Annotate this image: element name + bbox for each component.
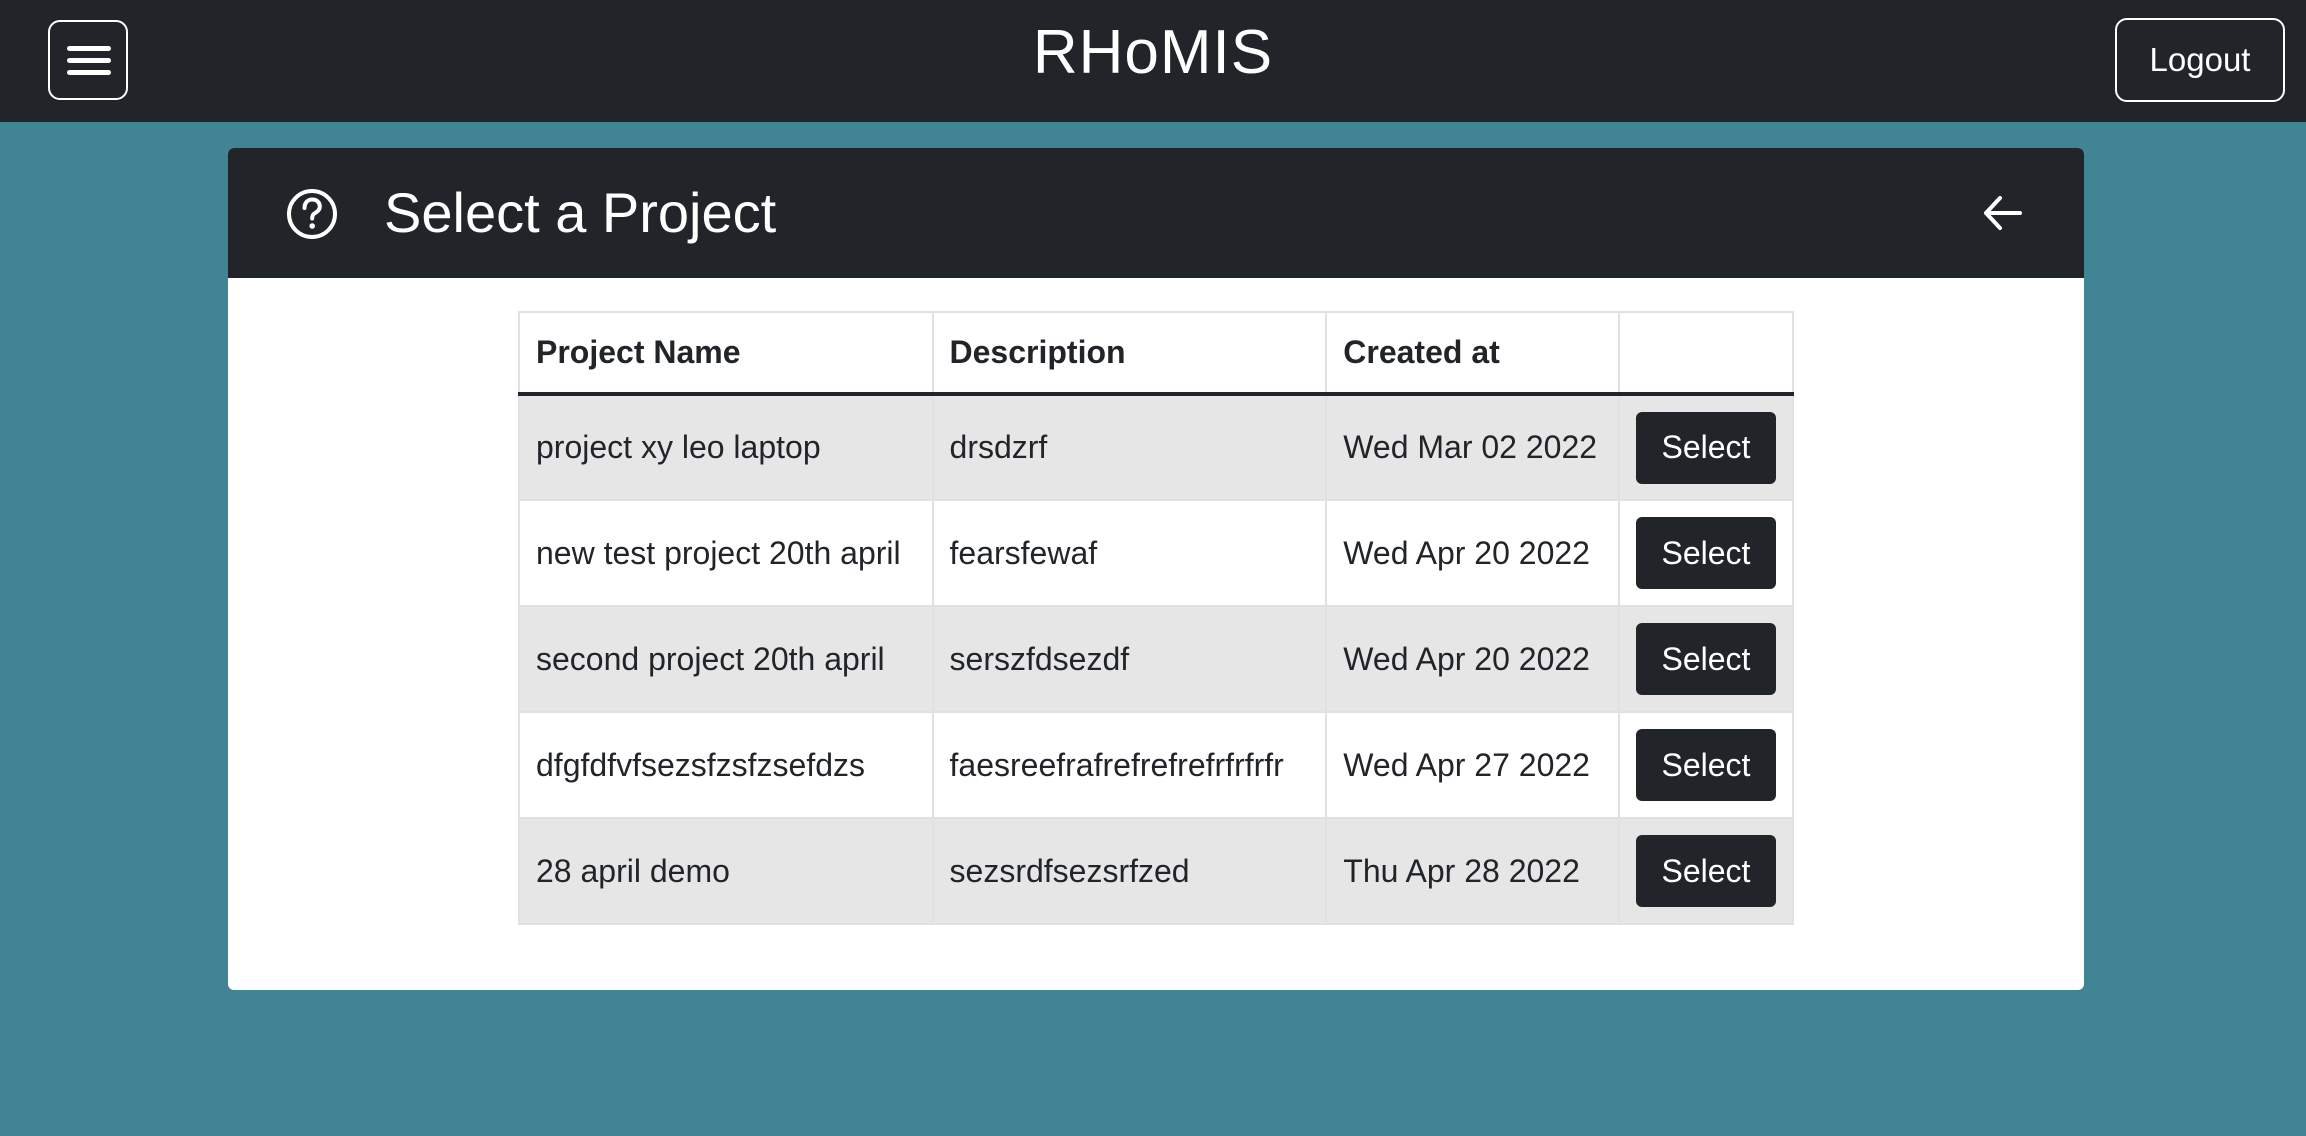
project-action-cell: Select bbox=[1617, 393, 1795, 501]
project-action-cell: Select bbox=[1617, 711, 1795, 819]
table-row: new test project 20th april fearsfewaf W… bbox=[518, 499, 1795, 607]
select-project-button[interactable]: Select bbox=[1635, 411, 1776, 484]
card-header: Select a Project bbox=[228, 148, 2084, 278]
table-header-row: Project Name Description Created at bbox=[518, 311, 1795, 396]
project-name-cell: 28 april demo bbox=[518, 817, 934, 925]
project-name-cell: second project 20th april bbox=[518, 605, 934, 713]
column-header-action bbox=[1617, 311, 1795, 396]
project-description-cell: sezsrdfsezsrfzed bbox=[931, 817, 1328, 925]
project-description-cell: drsdzrf bbox=[931, 393, 1328, 501]
app-brand: RHoMIS bbox=[1032, 18, 1274, 87]
project-select-card: Select a Project Project Name Descriptio… bbox=[228, 148, 2084, 990]
project-description-cell: faesreefrafrefrefrefrfrfrfr bbox=[931, 711, 1328, 819]
column-header-description: Description bbox=[931, 311, 1328, 396]
top-navbar: RHoMIS Logout bbox=[0, 0, 2306, 122]
select-project-button[interactable]: Select bbox=[1635, 623, 1776, 695]
project-action-cell: Select bbox=[1617, 605, 1795, 713]
logout-button[interactable]: Logout bbox=[2115, 18, 2285, 102]
project-action-cell: Select bbox=[1617, 817, 1795, 925]
question-circle-icon[interactable] bbox=[286, 188, 338, 240]
projects-table: Project Name Description Created at proj… bbox=[518, 311, 1795, 925]
project-created-cell: Wed Apr 20 2022 bbox=[1325, 605, 1620, 713]
table-row: 28 april demo sezsrdfsezsrfzed Thu Apr 2… bbox=[518, 817, 1795, 925]
project-action-cell: Select bbox=[1617, 499, 1795, 607]
table-row: dfgfdfvfsezsfzsfzsefdzs faesreefrafrefre… bbox=[518, 711, 1795, 819]
project-created-cell: Thu Apr 28 2022 bbox=[1325, 817, 1620, 925]
project-description-cell: fearsfewaf bbox=[931, 499, 1328, 607]
project-description-cell: serszfdsezdf bbox=[931, 605, 1328, 713]
select-project-button[interactable]: Select bbox=[1635, 729, 1776, 801]
table-row: project xy leo laptop drsdzrf Wed Mar 02… bbox=[518, 393, 1795, 501]
select-project-button[interactable]: Select bbox=[1635, 517, 1776, 589]
project-name-cell: new test project 20th april bbox=[518, 499, 934, 607]
project-name-cell: project xy leo laptop bbox=[518, 393, 934, 501]
project-created-cell: Wed Mar 02 2022 bbox=[1325, 393, 1620, 501]
arrow-left-icon[interactable] bbox=[1978, 188, 2028, 238]
column-header-project-name: Project Name bbox=[518, 311, 934, 396]
table-row: second project 20th april serszfdsezdf W… bbox=[518, 605, 1795, 713]
project-created-cell: Wed Apr 27 2022 bbox=[1325, 711, 1620, 819]
page-title: Select a Project bbox=[384, 181, 777, 244]
select-project-button[interactable]: Select bbox=[1635, 835, 1776, 907]
project-name-cell: dfgfdfvfsezsfzsfzsefdzs bbox=[518, 711, 934, 819]
menu-button[interactable] bbox=[48, 20, 128, 100]
project-created-cell: Wed Apr 20 2022 bbox=[1325, 499, 1620, 607]
column-header-created-at: Created at bbox=[1325, 311, 1620, 396]
